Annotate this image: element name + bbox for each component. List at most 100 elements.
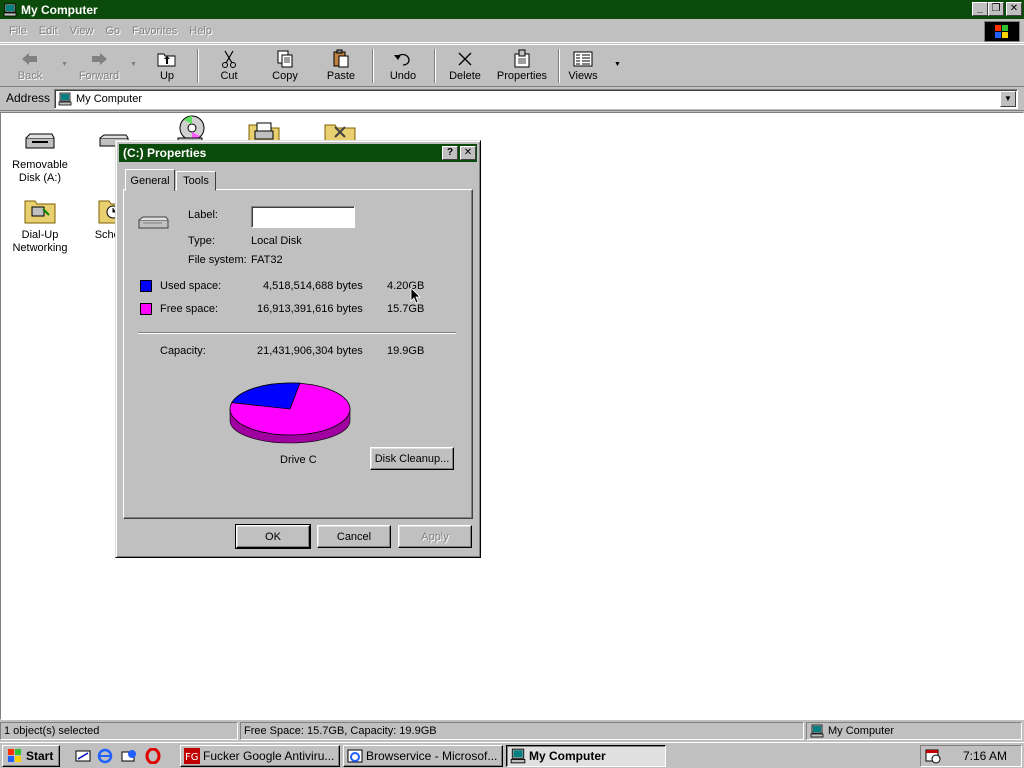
- taskbar-clock[interactable]: 7:16 AM: [963, 749, 1007, 763]
- cut-button[interactable]: Cut: [208, 48, 250, 86]
- forward-history-arrow-icon[interactable]: ▼: [130, 61, 137, 68]
- properties-label: Properties: [496, 70, 548, 82]
- address-value: My Computer: [76, 93, 143, 105]
- menu-help[interactable]: Help: [184, 25, 219, 37]
- volume-label-input[interactable]: [251, 206, 355, 228]
- menu-favorites[interactable]: Favorites: [127, 25, 184, 37]
- forward-arrow-icon: [92, 53, 107, 65]
- disk-usage-pie-chart: [229, 382, 351, 444]
- task-label: My Computer: [529, 749, 606, 763]
- menu-file[interactable]: File: [4, 25, 34, 37]
- up-button[interactable]: Up: [146, 48, 188, 86]
- desktop-icon-label: Dial-Up Networking: [12, 229, 68, 254]
- scissors-icon: [222, 50, 236, 68]
- dialup-folder-icon: [24, 200, 56, 224]
- back-arrow-icon: [22, 53, 37, 65]
- floppy-drive-icon: [25, 133, 55, 149]
- taskbar: Start FG Fucker Google Antiviru... Brows…: [0, 742, 1024, 768]
- filesystem-value: FAT32: [251, 254, 283, 266]
- task-my-computer[interactable]: My Computer: [506, 745, 666, 767]
- free-space-bytes: 16,913,391,616 bytes: [257, 303, 363, 315]
- properties-icon: [514, 49, 530, 68]
- undo-button[interactable]: Undo: [382, 48, 424, 86]
- windows-flag-icon: [8, 749, 21, 762]
- ok-button[interactable]: OK: [235, 524, 311, 549]
- task-label: Browservice - Microsof...: [366, 749, 498, 763]
- tab-general[interactable]: General: [125, 169, 175, 191]
- menu-view[interactable]: View: [65, 25, 101, 37]
- type-caption: Type:: [188, 235, 215, 247]
- system-tray: 7:16 AM: [920, 745, 1022, 767]
- status-selection: 1 object(s) selected: [0, 722, 238, 740]
- mouse-cursor-icon: [410, 287, 421, 304]
- properties-button[interactable]: Properties: [494, 48, 550, 86]
- task-browservice[interactable]: Browservice - Microsof...: [343, 745, 503, 767]
- windows-logo-icon: [984, 21, 1020, 42]
- copy-label: Copy: [272, 70, 298, 82]
- close-button[interactable]: ✕: [1006, 2, 1022, 16]
- address-input[interactable]: My Computer ▼: [54, 89, 1018, 109]
- antivirus-app-icon: FG: [184, 748, 200, 764]
- label-caption: Label:: [188, 209, 218, 221]
- start-label: Start: [26, 749, 54, 763]
- opera-browser-icon[interactable]: [144, 747, 162, 765]
- undo-label: Undo: [389, 70, 417, 82]
- status-zone: My Computer: [806, 722, 1022, 740]
- paste-label: Paste: [326, 70, 356, 82]
- cancel-button[interactable]: Cancel: [317, 525, 391, 548]
- toolbar-separator: [197, 49, 199, 83]
- start-button[interactable]: Start: [2, 745, 60, 767]
- delete-label: Delete: [449, 70, 481, 82]
- address-label: Address: [6, 91, 51, 105]
- forward-button[interactable]: Forward: [72, 48, 126, 86]
- used-space-caption: Used space:: [160, 280, 222, 292]
- paste-button[interactable]: Paste: [318, 48, 364, 86]
- delete-button[interactable]: Delete: [444, 48, 486, 86]
- copy-button[interactable]: Copy: [262, 48, 308, 86]
- used-space-bytes: 4,518,514,688 bytes: [263, 280, 363, 292]
- back-label: Back: [17, 70, 43, 82]
- address-bar: Address My Computer ▼: [0, 87, 1024, 111]
- delete-x-icon: [458, 52, 472, 66]
- disk-cleanup-button[interactable]: Disk Cleanup...: [370, 447, 454, 470]
- dialog-title: (C:) Properties: [123, 146, 207, 160]
- views-button[interactable]: Views: [566, 48, 600, 86]
- status-free-space: Free Space: 15.7GB, Capacity: 19.9GB: [240, 722, 804, 740]
- views-dropdown-arrow-icon[interactable]: ▼: [614, 61, 621, 68]
- restore-button[interactable]: ❐: [988, 2, 1004, 16]
- help-button[interactable]: ?: [442, 146, 458, 160]
- back-history-arrow-icon[interactable]: ▼: [61, 61, 68, 68]
- apply-button[interactable]: Apply: [398, 525, 472, 548]
- tab-tools[interactable]: Tools: [176, 171, 216, 191]
- scheduler-tray-icon[interactable]: [925, 748, 941, 764]
- dialog-close-button[interactable]: ✕: [460, 146, 476, 160]
- my-computer-icon: [58, 92, 72, 106]
- internet-explorer-icon[interactable]: [96, 747, 114, 765]
- minimize-button[interactable]: _: [972, 2, 988, 16]
- desktop-icon-dialup-networking[interactable]: Dial-Up Networking: [5, 193, 75, 255]
- cut-label: Cut: [220, 70, 238, 82]
- window-titlebar[interactable]: My Computer _ ❐ ✕: [0, 0, 1024, 19]
- desktop-icon-removable-disk[interactable]: Removable Disk (A:): [5, 123, 75, 185]
- address-dropdown-arrow-icon[interactable]: ▼: [1000, 91, 1016, 107]
- drive-properties-dialog[interactable]: (C:) Properties ? ✕ General Tools Label:…: [115, 140, 481, 558]
- drive-label: Drive C: [280, 454, 317, 466]
- capacity-size: 19.9GB: [387, 345, 425, 357]
- menu-go[interactable]: Go: [100, 25, 127, 37]
- show-desktop-icon[interactable]: [74, 747, 92, 765]
- toolbar-separator: [558, 49, 560, 83]
- outlook-express-icon[interactable]: [120, 747, 138, 765]
- free-space-color-swatch: [140, 303, 152, 315]
- menu-edit[interactable]: Edit: [34, 25, 65, 37]
- used-space-color-swatch: [140, 280, 152, 292]
- undo-icon: [394, 53, 410, 66]
- back-button[interactable]: Back: [4, 48, 56, 86]
- copy-icon: [277, 50, 293, 68]
- my-computer-icon: [3, 3, 17, 16]
- clipboard-icon: [333, 49, 349, 68]
- dialog-titlebar[interactable]: (C:) Properties ? ✕: [119, 144, 477, 162]
- filesystem-caption: File system:: [188, 254, 247, 266]
- views-icon: [573, 51, 593, 67]
- task-antivirus[interactable]: FG Fucker Google Antiviru...: [180, 745, 340, 767]
- toolbar-separator: [434, 49, 436, 83]
